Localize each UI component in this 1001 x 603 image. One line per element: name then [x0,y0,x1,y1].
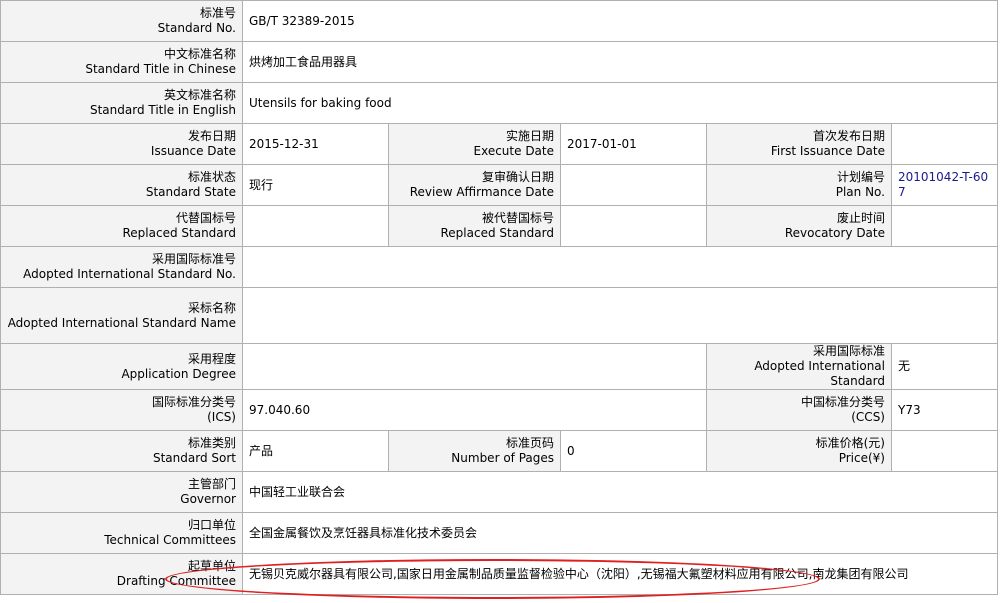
label-title-en: 英文标准名称 Standard Title in English [0,82,243,124]
value-standard-no: GB/T 32389-2015 [241,0,999,42]
value-ccs: Y73 [890,389,999,431]
value-standard-sort: 产品 [242,430,389,472]
label-adopted-intl-standard: 采用国际标准 Adopted International Standard [706,343,892,390]
value-ics: 97.040.60 [242,389,707,431]
label-issuance-date: 发布日期 Issuance Date [0,123,243,165]
label-execute-date: 实施日期 Execute Date [388,123,561,165]
value-execute-date: 2017-01-01 [560,123,707,165]
label-technical-committees: 归口单位 Technical Committees [0,512,243,554]
label-ccs: 中国标准分类号 (CCS) [706,389,892,431]
value-adopted-intl-no [241,246,999,288]
value-first-issuance-date [890,123,999,165]
label-drafting-committee: 起草单位 Drafting Committee [0,553,243,595]
label-number-of-pages: 标准页码 Number of Pages [388,430,561,472]
row-adopted-intl-name: 采标名称 Adopted International Standard Name [0,287,999,344]
label-standard-sort: 标准类别 Standard Sort [0,430,243,472]
label-replaced-standard: 代替国标号 Replaced Standard [0,205,243,247]
value-standard-state: 现行 [242,164,389,206]
label-price: 标准价格(元) Price(¥) [706,430,892,472]
value-number-of-pages: 0 [560,430,707,472]
row-governor: 主管部门 Governor 中国轻工业联合会 [0,471,999,513]
value-issuance-date: 2015-12-31 [242,123,389,165]
label-ics: 国际标准分类号 (ICS) [0,389,243,431]
value-governor: 中国轻工业联合会 [241,471,999,513]
row-dates: 发布日期 Issuance Date 2015-12-31 实施日期 Execu… [0,123,999,165]
row-classification: 国际标准分类号 (ICS) 97.040.60 中国标准分类号 (CCS) Y7… [0,389,999,431]
value-application-degree [242,343,707,390]
row-technical-committees: 归口单位 Technical Committees 全国金属餐饮及烹饪器具标准化… [0,512,999,554]
value-technical-committees: 全国金属餐饮及烹饪器具标准化技术委员会 [241,512,999,554]
standard-info-table: 标准号 Standard No. GB/T 32389-2015 中文标准名称 … [0,0,999,595]
plan-no-link[interactable]: 20101042-T-607 [890,164,999,206]
value-title-en: Utensils for baking food [241,82,999,124]
row-title-cn: 中文标准名称 Standard Title in Chinese 烘烤加工食品用… [0,41,999,83]
value-title-cn: 烘烤加工食品用器具 [241,41,999,83]
row-adopted-intl-no: 采用国际标准号 Adopted International Standard N… [0,246,999,288]
label-review-affirmance-date: 复审确认日期 Review Affirmance Date [388,164,561,206]
label-standard-state: 标准状态 Standard State [0,164,243,206]
value-review-affirmance-date [560,164,707,206]
label-application-degree: 采用程度 Application Degree [0,343,243,390]
row-title-en: 英文标准名称 Standard Title in English Utensil… [0,82,999,124]
value-replaced-by-standard [560,205,707,247]
row-sort: 标准类别 Standard Sort 产品 标准页码 Number of Pag… [0,430,999,472]
value-adopted-intl-name [241,287,999,344]
label-standard-no: 标准号 Standard No. [0,0,243,42]
label-plan-no: 计划编号 Plan No. [706,164,892,206]
label-first-issuance-date: 首次发布日期 First Issuance Date [706,123,892,165]
value-replaced-standard [242,205,389,247]
value-price [890,430,999,472]
label-governor: 主管部门 Governor [0,471,243,513]
row-application-degree: 采用程度 Application Degree 采用国际标准 Adopted I… [0,343,999,390]
row-drafting-committee: 起草单位 Drafting Committee 无锡贝克威尔器具有限公司,国家日… [0,553,999,595]
row-replaced: 代替国标号 Replaced Standard 被代替国标号 Replaced … [0,205,999,247]
label-replaced-by-standard: 被代替国标号 Replaced Standard [388,205,561,247]
label-revocatory-date: 废止时间 Revocatory Date [706,205,892,247]
label-title-cn: 中文标准名称 Standard Title in Chinese [0,41,243,83]
row-standard-no: 标准号 Standard No. GB/T 32389-2015 [0,0,999,42]
value-drafting-committee: 无锡贝克威尔器具有限公司,国家日用金属制品质量监督检验中心（沈阳）,无锡福大氟塑… [241,553,999,595]
value-adopted-intl-standard: 无 [890,343,999,390]
label-adopted-intl-no: 采用国际标准号 Adopted International Standard N… [0,246,243,288]
label-adopted-intl-name: 采标名称 Adopted International Standard Name [0,287,243,344]
value-revocatory-date [890,205,999,247]
row-state: 标准状态 Standard State 现行 复审确认日期 Review Aff… [0,164,999,206]
